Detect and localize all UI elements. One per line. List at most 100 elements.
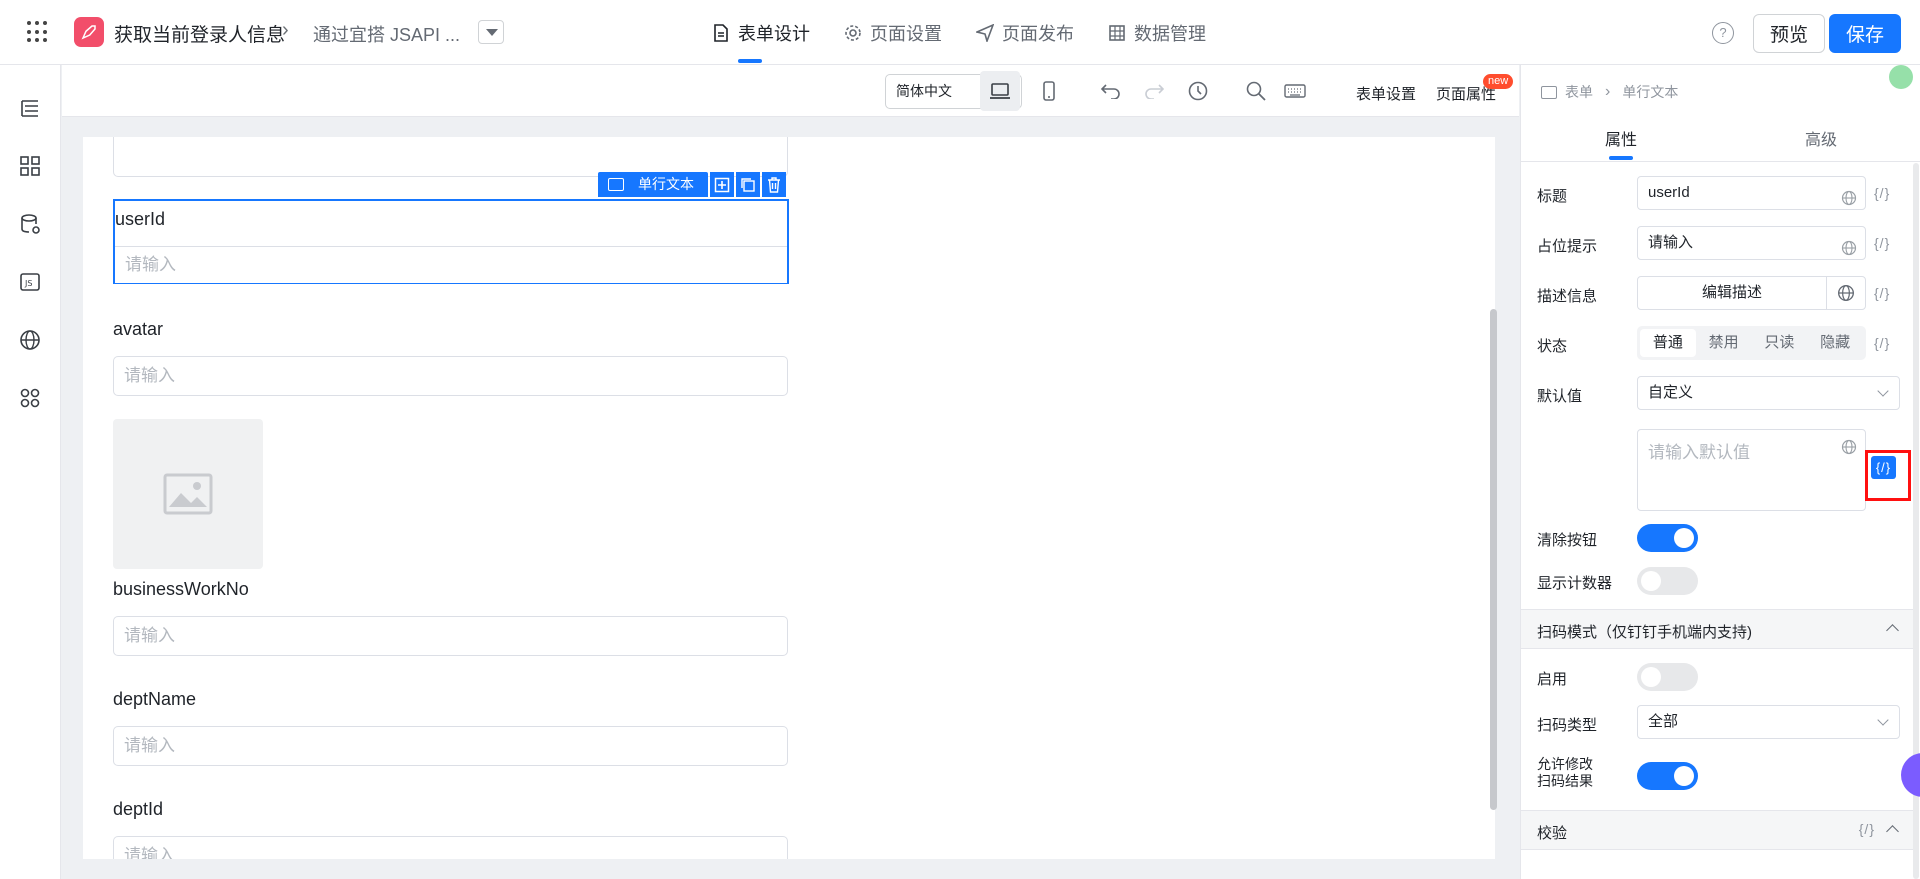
tab-label: 表单设计	[738, 23, 810, 44]
field-business-work-no: businessWorkNo 请输入	[113, 579, 788, 656]
field-input[interactable]: 请输入	[113, 616, 788, 656]
status-option-disabled[interactable]: 禁用	[1696, 329, 1752, 357]
allow-modify-toggle[interactable]	[1637, 762, 1698, 790]
form-settings-link[interactable]: 表单设置	[1356, 83, 1416, 104]
field-input[interactable]: 请输入	[115, 246, 787, 283]
scan-enable-toggle[interactable]	[1637, 663, 1698, 691]
show-counter-toggle[interactable]	[1637, 567, 1698, 595]
default-mode-select[interactable]: 自定义	[1637, 376, 1900, 410]
globe-icon[interactable]	[1841, 236, 1857, 256]
copy-component-button[interactable]	[736, 172, 760, 197]
delete-component-button[interactable]	[762, 172, 786, 197]
default-value-placeholder: 请输入默认值	[1648, 443, 1750, 462]
status-option-hidden[interactable]: 隐藏	[1807, 329, 1863, 357]
tab-properties[interactable]: 属性	[1605, 126, 1637, 160]
validation-section-header[interactable]: 校验 {/}	[1521, 810, 1913, 850]
clear-button-toggle[interactable]	[1637, 524, 1698, 552]
field-input[interactable]: 请输入	[113, 356, 788, 396]
globe-icon[interactable]	[1827, 277, 1865, 309]
field-dept-name: deptName 请输入	[113, 689, 788, 766]
breadcrumb-form[interactable]: 表单	[1565, 82, 1593, 102]
default-value-textarea[interactable]: 请输入默认值	[1637, 429, 1866, 511]
highlight-box	[1865, 450, 1911, 501]
left-rail: JS	[0, 65, 61, 879]
section-title: 校验	[1537, 825, 1568, 842]
field-label: avatar	[113, 319, 164, 339]
placeholder-input[interactable]: 请输入	[1637, 226, 1866, 260]
document-icon	[712, 23, 730, 42]
placeholder-expression-icon[interactable]: {/}	[1874, 235, 1890, 251]
add-component-button[interactable]	[710, 172, 734, 197]
history-icon[interactable]	[1185, 78, 1211, 104]
image-placeholder[interactable]	[113, 419, 263, 569]
app-title[interactable]: 获取当前登录人信息	[114, 20, 285, 47]
tab-label: 页面发布	[1002, 23, 1074, 44]
tab-form-design[interactable]: 表单设计	[700, 0, 822, 65]
status-option-readonly[interactable]: 只读	[1752, 329, 1808, 357]
tab-page-settings[interactable]: 页面设置	[832, 0, 954, 65]
outline-tree-icon[interactable]	[19, 97, 41, 119]
app-logo-icon	[74, 17, 104, 47]
language-value: 简体中文	[896, 83, 952, 99]
search-icon[interactable]	[1243, 78, 1269, 104]
gear-icon	[844, 24, 862, 42]
title-expression-icon[interactable]: {/}	[1874, 185, 1890, 201]
main-nav-tabs: 表单设计 页面设置 页面发布 数据管理	[700, 0, 1228, 65]
globe-icon[interactable]	[19, 329, 41, 351]
field-input[interactable]: 请输入	[113, 836, 788, 859]
prop-label-description: 描述信息	[1537, 288, 1598, 305]
components-icon[interactable]	[19, 155, 41, 177]
field-label: userId	[115, 209, 166, 229]
breadcrumb-component: 单行文本	[1622, 84, 1679, 100]
mobile-view-icon[interactable]	[1036, 78, 1062, 104]
keyboard-icon[interactable]	[1282, 78, 1308, 104]
title-input[interactable]: userId	[1637, 176, 1866, 210]
edit-description-group: 编辑描述	[1637, 276, 1866, 310]
page-switch-dropdown[interactable]	[478, 20, 504, 44]
prop-label-enable: 启用	[1537, 671, 1568, 688]
edit-description-button[interactable]: 编辑描述	[1638, 277, 1827, 309]
component-type-label: 单行文本	[638, 176, 694, 192]
canvas-scrollbar[interactable]	[1490, 309, 1497, 810]
description-expression-icon[interactable]: {/}	[1874, 285, 1890, 301]
desktop-view-icon[interactable]	[980, 71, 1020, 111]
plugins-icon[interactable]	[19, 387, 41, 409]
chevron-down-icon	[1877, 714, 1889, 726]
chevron-down-icon	[1877, 385, 1889, 397]
selected-field-userid[interactable]: userId 请输入	[113, 199, 789, 284]
data-source-icon[interactable]	[19, 213, 41, 235]
title-value: userId	[1648, 184, 1690, 201]
previous-field-input[interactable]	[113, 137, 788, 177]
save-button[interactable]: 保存	[1829, 14, 1901, 53]
component-type-tag[interactable]: 单行文本	[598, 172, 708, 197]
help-icon[interactable]: ?	[1712, 22, 1734, 44]
field-input[interactable]: 请输入	[113, 726, 788, 766]
scan-type-select[interactable]: 全部	[1637, 705, 1900, 739]
chevron-up-icon[interactable]	[1886, 825, 1899, 838]
tab-advanced[interactable]: 高级	[1805, 126, 1837, 150]
validation-expression-icon[interactable]: {/}	[1859, 821, 1875, 837]
tab-data-management[interactable]: 数据管理	[1096, 0, 1218, 65]
form-icon	[1541, 85, 1557, 99]
table-icon	[1108, 24, 1126, 42]
page-title[interactable]: 通过宜搭 JSAPI ...	[313, 21, 460, 47]
status-expression-icon[interactable]: {/}	[1874, 335, 1890, 351]
prop-label-scan-type: 扫码类型	[1537, 717, 1598, 734]
field-label: deptName	[113, 689, 197, 709]
copy-icon	[741, 177, 755, 192]
status-option-normal[interactable]: 普通	[1640, 329, 1696, 357]
globe-icon[interactable]	[1841, 439, 1857, 455]
preview-button[interactable]: 预览	[1753, 14, 1825, 53]
js-code-icon[interactable]: JS	[19, 271, 41, 293]
selected-component-toolbar: 单行文本	[598, 172, 786, 197]
allow-modify-line-2: 扫码结果	[1537, 773, 1593, 789]
field-label: deptId	[113, 799, 164, 819]
tab-page-publish[interactable]: 页面发布	[964, 0, 1086, 65]
redo-icon[interactable]	[1141, 78, 1167, 104]
undo-icon[interactable]	[1098, 78, 1124, 104]
tab-label: 页面设置	[870, 23, 942, 44]
scan-mode-section-header[interactable]: 扫码模式（仅钉钉手机端内支持)	[1521, 609, 1913, 649]
globe-icon[interactable]	[1841, 186, 1857, 206]
chevron-up-icon[interactable]	[1886, 624, 1899, 637]
app-grid-icon[interactable]	[27, 21, 49, 43]
